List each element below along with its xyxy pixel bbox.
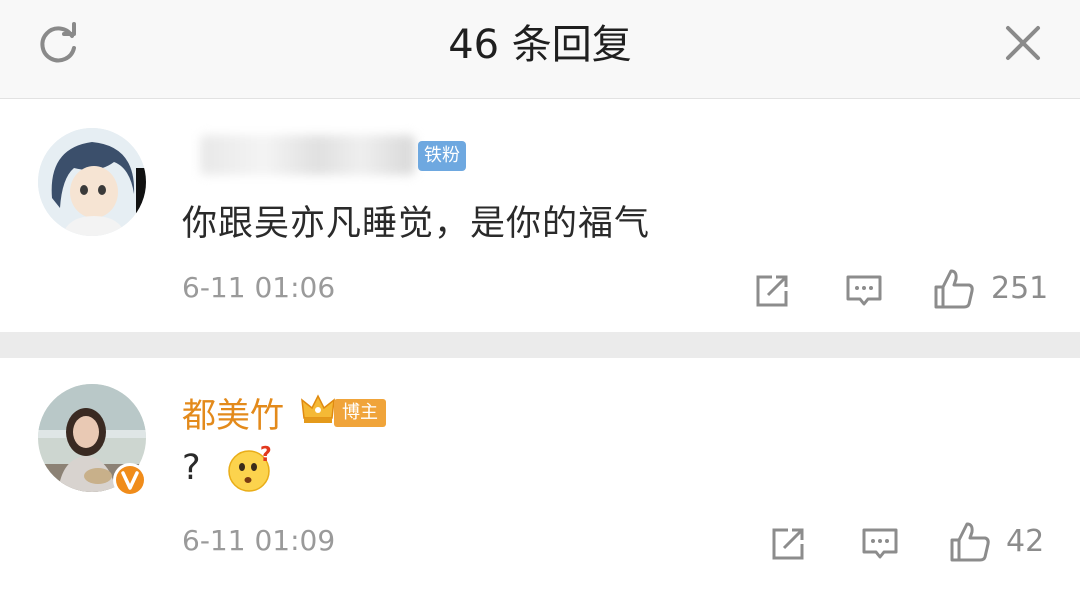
comment-item: 都美竹 博主 ? ? 6-11 01:09 42 bbox=[0, 358, 1080, 608]
replies-page: 46 条回复 铁粉 你跟吴亦凡睡觉，是你的福气 6-11 01:06 251 都… bbox=[0, 0, 1080, 608]
comment-text: 你跟吴亦凡睡觉，是你的福气 bbox=[182, 204, 651, 244]
page-title: 46 条回复 bbox=[448, 22, 632, 68]
close-icon[interactable] bbox=[998, 18, 1048, 68]
comment-text: ? bbox=[182, 448, 202, 488]
avatar[interactable] bbox=[38, 128, 146, 236]
fan-badge: 铁粉 bbox=[418, 141, 466, 171]
confused-face-emoji: ? bbox=[226, 442, 274, 493]
svg-text:?: ? bbox=[260, 445, 272, 466]
header-bar: 46 条回复 bbox=[0, 0, 1080, 99]
username[interactable]: 都美竹 bbox=[182, 388, 284, 437]
comment-timestamp: 6-11 01:09 bbox=[182, 524, 336, 557]
username-blurred[interactable] bbox=[200, 135, 415, 175]
comment-icon[interactable] bbox=[860, 524, 900, 564]
share-icon[interactable] bbox=[768, 524, 808, 564]
divider bbox=[0, 332, 1080, 358]
verified-badge-icon bbox=[112, 462, 148, 498]
comment-icon[interactable] bbox=[844, 271, 884, 311]
thumbs-up-icon[interactable] bbox=[948, 520, 992, 564]
blogger-badge: 博主 bbox=[334, 399, 386, 427]
like-count: 251 bbox=[991, 271, 1049, 306]
comment-timestamp: 6-11 01:06 bbox=[182, 271, 336, 304]
share-icon[interactable] bbox=[752, 271, 792, 311]
like-count: 42 bbox=[1006, 524, 1045, 559]
thumbs-up-icon[interactable] bbox=[932, 267, 976, 311]
comment-item: 铁粉 你跟吴亦凡睡觉，是你的福气 6-11 01:06 251 bbox=[0, 99, 1080, 332]
